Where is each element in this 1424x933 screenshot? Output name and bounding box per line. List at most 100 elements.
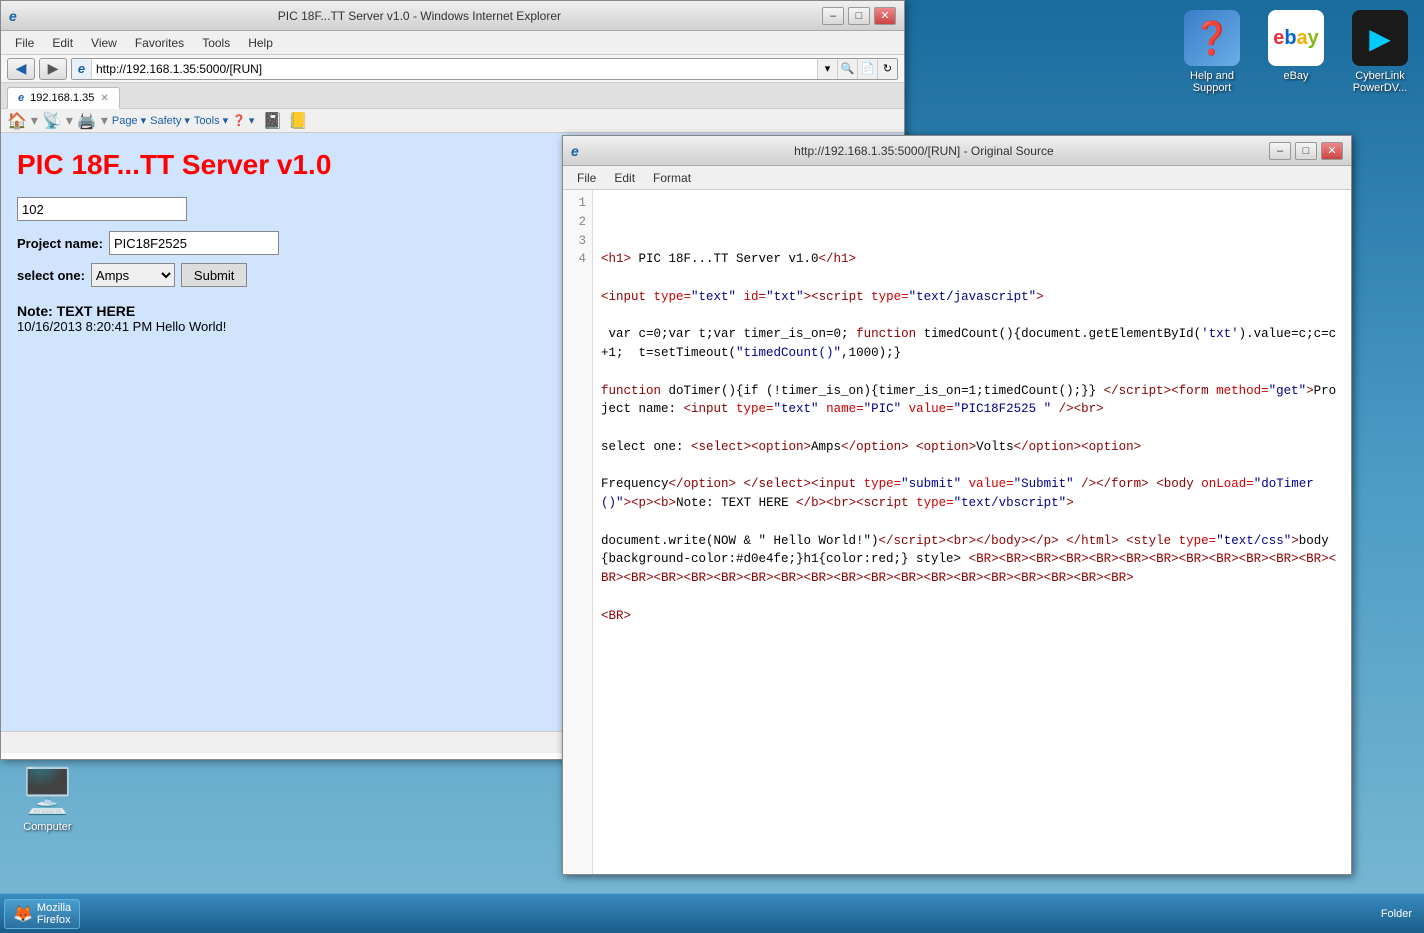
browser-menu-tools[interactable]: Tools [194, 34, 238, 52]
taskbar-firefox[interactable]: 🦊 MozillaFirefox [4, 899, 80, 929]
cyberlink-icon-img: ▶ [1352, 10, 1408, 66]
source-minimize-btn[interactable]: – [1269, 142, 1291, 160]
code-l4-settimeoutval: "timedCount()" [736, 346, 841, 360]
code-l4-subtypeval: "submit" [901, 477, 961, 491]
code-l4-opt2: <option> [916, 440, 976, 454]
onenote-icon1[interactable]: 📓 [262, 111, 282, 131]
source-menu-edit[interactable]: Edit [606, 169, 643, 187]
code-l4-stytypeval: "text/css" [1216, 534, 1291, 548]
fav-safety[interactable]: Safety ▾ [150, 114, 190, 127]
code-line-2-tag-close: </h1> [819, 252, 857, 266]
line-num-2: 2 [569, 213, 586, 232]
code-l4-amps: Amps [811, 440, 841, 454]
source-code[interactable]: <h1> PIC 18F...TT Server v1.0</h1> <inpu… [593, 190, 1351, 874]
code-l4-opt3: <option> [1081, 440, 1141, 454]
code-line-1 [601, 215, 609, 229]
tab-close-icon[interactable]: ✕ [100, 93, 108, 104]
computer-desktop-icon[interactable]: 🖥️ Computer [20, 765, 75, 833]
tab-active[interactable]: e 192.168.1.35 ✕ [7, 87, 120, 109]
source-menu-format[interactable]: Format [645, 169, 699, 187]
code-l4-p: <p> [631, 496, 654, 510]
fav-tools[interactable]: Tools ▾ [194, 114, 228, 127]
code-l4-subtype: type= [864, 477, 902, 491]
code-l4-formclose: > [1306, 384, 1314, 398]
browser-tabs: e 192.168.1.35 ✕ [1, 83, 904, 109]
code-l4-opt1c: </option> [841, 440, 909, 454]
code-l3-type: type= [654, 290, 692, 304]
browser-menu-file[interactable]: File [7, 34, 42, 52]
browser-titlebar: e PIC 18F...TT Server v1.0 - Windows Int… [1, 1, 904, 31]
search-dropdown-btn[interactable]: ▾ [817, 59, 837, 79]
browser-menu-view[interactable]: View [83, 34, 125, 52]
address-input[interactable] [92, 59, 817, 79]
code-l4-selecttxt: select one: [601, 440, 691, 454]
submit-button[interactable]: Submit [181, 263, 247, 287]
code-l4-vbtype: type= [916, 496, 954, 510]
code-l4-selclose: </select> [744, 477, 812, 491]
firefox-taskbar-icon: 🦊 [13, 904, 33, 924]
fav-page[interactable]: Page ▾ [112, 114, 146, 127]
code-l4-subend: /> [1074, 477, 1097, 491]
code-l4-body: <body [1156, 477, 1201, 491]
compat-icon-btn[interactable]: 📄 [857, 59, 877, 79]
code-l4-bclose: </b> [796, 496, 826, 510]
code-l4-html: </html> [1066, 534, 1119, 548]
code-l4-vbtypeval: "text/vbscript" [954, 496, 1067, 510]
code-l4-vbclose: > [1066, 496, 1074, 510]
taskbar-right: Folder [1381, 908, 1420, 920]
help-icon-img: ❓ [1184, 10, 1240, 66]
line-num-3: 3 [569, 232, 586, 251]
home-icon[interactable]: 🏠 [7, 111, 27, 131]
counter-input[interactable] [17, 197, 187, 221]
browser-menu-favorites[interactable]: Favorites [127, 34, 192, 52]
browser-menubar: File Edit View Favorites Tools Help [1, 31, 904, 55]
browser-menu-help[interactable]: Help [240, 34, 281, 52]
select-dropdown[interactable]: Amps Volts Frequency [91, 263, 175, 287]
fav-help[interactable]: ❓ ▾ [232, 114, 254, 127]
code-l4-txtval: 'txt' [1201, 327, 1239, 341]
code-l4-sp4 [1059, 534, 1067, 548]
taskbar-right-text: Folder [1381, 908, 1412, 920]
browser-minimize-btn[interactable]: – [822, 7, 844, 25]
source-title: http://192.168.1.35:5000/[RUN] - Origina… [583, 144, 1265, 158]
ebay-icon[interactable]: ebay eBay [1256, 4, 1336, 94]
computer-icon-label: Computer [23, 821, 71, 833]
print-icon[interactable]: 🖨️ [77, 111, 97, 131]
browser-menu-edit[interactable]: Edit [44, 34, 81, 52]
code-l4-timed: timedCount(){document.getElementById( [916, 327, 1201, 341]
cyberlink-icon-label: CyberLinkPowerDV... [1353, 70, 1408, 94]
refresh-btn[interactable]: ↻ [877, 59, 897, 79]
source-menubar: File Edit Format [563, 166, 1351, 190]
source-menu-file[interactable]: File [569, 169, 604, 187]
code-l3-stype: type= [871, 290, 909, 304]
browser-close-btn[interactable]: ✕ [874, 7, 896, 25]
code-l4-stytype: type= [1179, 534, 1217, 548]
tab-ie-icon: e [18, 92, 24, 104]
search-icon-btn[interactable]: 🔍 [837, 59, 857, 79]
project-label: Project name: [17, 236, 103, 251]
code-l4-notetxt: Note: TEXT HERE [676, 496, 796, 510]
back-button[interactable]: ◀ [7, 58, 35, 80]
source-close-btn[interactable]: ✕ [1321, 142, 1343, 160]
rss-icon[interactable]: 📡 [42, 111, 62, 131]
fav-dropdown-icon[interactable]: ▾ [31, 112, 38, 129]
code-l4-inptype: type= [736, 402, 774, 416]
address-ie-icon: e [72, 59, 92, 79]
desktop-icons-top: ❓ Help andSupport ebay eBay ▶ CyberLinkP… [1168, 0, 1424, 98]
cyberlink-icon[interactable]: ▶ CyberLinkPowerDV... [1340, 4, 1420, 94]
print-dropdown-icon[interactable]: ▾ [101, 112, 108, 129]
code-l3-id: id= [736, 290, 766, 304]
source-maximize-btn[interactable]: □ [1295, 142, 1317, 160]
onenote-icon2[interactable]: 📒 [288, 111, 308, 131]
forward-button[interactable]: ▶ [39, 58, 67, 80]
ebay-icon-img: ebay [1268, 10, 1324, 66]
code-l4-opt2c: </option> [1014, 440, 1082, 454]
help-support-icon[interactable]: ❓ Help andSupport [1172, 4, 1252, 94]
code-l4-inpend: /> [1051, 402, 1074, 416]
browser-maximize-btn[interactable]: □ [848, 7, 870, 25]
line-num-4: 4 [569, 250, 586, 269]
code-l4-scriptclose: </script> [1104, 384, 1172, 398]
project-input[interactable] [109, 231, 279, 255]
code-l4-styleclose: > [1291, 534, 1299, 548]
rss-dropdown-icon[interactable]: ▾ [66, 112, 73, 129]
